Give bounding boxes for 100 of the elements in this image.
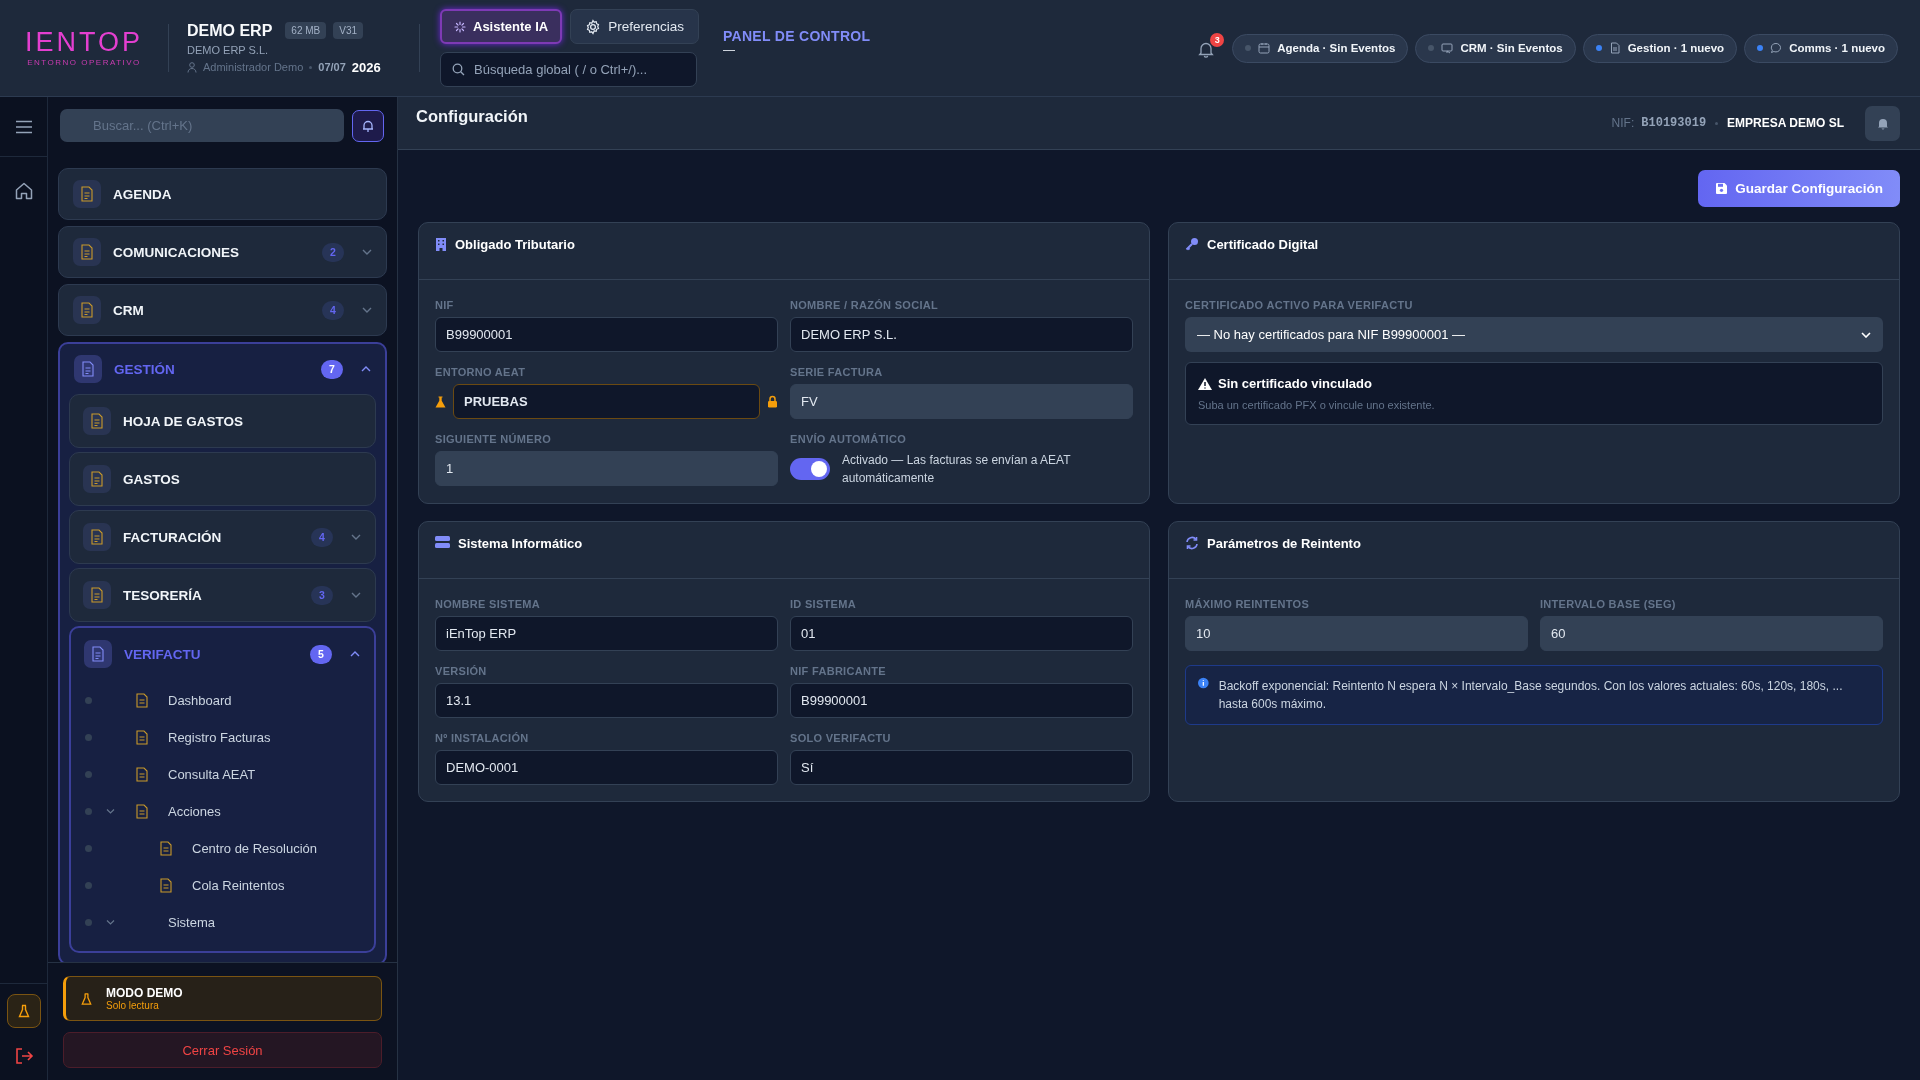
count-badge: 5 bbox=[310, 644, 332, 664]
input-field[interactable]: 13.1 bbox=[435, 683, 778, 718]
chat-icon bbox=[1770, 42, 1783, 54]
input-field[interactable]: DEMO-0001 bbox=[435, 750, 778, 785]
event-pill[interactable]: Comms · 1 nuevo bbox=[1744, 33, 1898, 63]
field-label: ID SISTEMA bbox=[790, 598, 857, 610]
input-field[interactable]: B99900001 bbox=[435, 317, 778, 352]
nav-item[interactable]: CRM 4 bbox=[59, 285, 386, 335]
bullet-dot bbox=[85, 771, 92, 778]
toggle-description: Activado — Las facturas se envían a AEAT automáticamente bbox=[842, 452, 1072, 487]
nav-item[interactable]: AGENDA bbox=[59, 169, 386, 219]
field-label: Nº INSTALACIÓN bbox=[435, 732, 530, 744]
notification-count: 3 bbox=[1210, 33, 1225, 47]
nav-item[interactable]: GESTIÓN 7 bbox=[60, 344, 385, 394]
field-label: SOLO VERIFACTU bbox=[790, 732, 892, 744]
save-button[interactable]: Guardar Configuración bbox=[1698, 170, 1900, 207]
menu-icon[interactable] bbox=[14, 119, 33, 134]
assistant-button[interactable]: Asistente IA bbox=[440, 9, 563, 44]
nav-link[interactable]: Cola Reintentos bbox=[192, 878, 285, 893]
demo-mode-title: MODO DEMO bbox=[106, 986, 183, 1000]
info-icon bbox=[1198, 677, 1209, 689]
card-title: Obligado Tributario bbox=[455, 237, 575, 252]
field-label: SIGUIENTE NÚMERO bbox=[435, 433, 553, 445]
document-icon bbox=[90, 413, 104, 429]
card-title: Sistema Informático bbox=[458, 536, 583, 551]
document-icon bbox=[81, 361, 95, 377]
user-name: Administrador Demo bbox=[203, 61, 304, 73]
nav-item[interactable]: FACTURACIÓN 4 bbox=[70, 511, 375, 563]
flask-icon bbox=[435, 395, 446, 408]
warning-icon bbox=[1198, 377, 1212, 390]
nav-item[interactable]: VERIFACTU 5 bbox=[71, 628, 374, 680]
nif-value: B10193019 bbox=[1641, 116, 1707, 130]
count-badge: 4 bbox=[311, 527, 333, 547]
bullet-dot bbox=[85, 919, 92, 926]
input-field[interactable]: PRUEBAS bbox=[453, 384, 760, 419]
input-field[interactable]: 60 bbox=[1540, 616, 1883, 651]
notifications-button[interactable]: 3 bbox=[1196, 33, 1225, 63]
nav-link[interactable]: Acciones bbox=[168, 804, 221, 819]
nav-item[interactable]: GASTOS bbox=[70, 453, 375, 505]
field-label: ENVÍO AUTOMÁTICO bbox=[790, 433, 908, 445]
field-label: NOMBRE SISTEMA bbox=[435, 598, 542, 610]
input-field[interactable]: iEnTop ERP bbox=[435, 616, 778, 651]
nav-link[interactable]: Consulta AEAT bbox=[168, 767, 256, 782]
nav-item[interactable]: HOJA DE GASTOS bbox=[70, 395, 375, 447]
field-label: MÁXIMO REINTENTOS bbox=[1185, 598, 1311, 610]
field-label: ENTORNO AEAT bbox=[435, 366, 527, 378]
input-field[interactable]: 1 bbox=[435, 451, 778, 486]
logo-tagline: ENTORNO OPERATIVO bbox=[27, 58, 141, 67]
document-icon bbox=[80, 244, 94, 260]
input-field[interactable]: 10 bbox=[1185, 616, 1528, 651]
toggle-switch[interactable] bbox=[790, 458, 830, 480]
card-title: Parámetros de Reintento bbox=[1207, 536, 1361, 551]
global-search-field[interactable]: Búsqueda global ( / o Ctrl+/)... bbox=[440, 52, 697, 87]
version-tag: 62 MB bbox=[285, 22, 327, 39]
input-field[interactable]: B99900001 bbox=[790, 683, 1133, 718]
gear-icon bbox=[585, 18, 602, 35]
input-field[interactable]: DEMO ERP S.L. bbox=[790, 317, 1133, 352]
field-label: NOMBRE / RAZÓN SOCIAL bbox=[790, 299, 940, 311]
nav-item[interactable]: COMUNICACIONES 2 bbox=[59, 227, 386, 277]
nif-label: NIF: bbox=[1611, 116, 1635, 130]
notifications-button[interactable] bbox=[1865, 105, 1900, 141]
bullet-dot bbox=[85, 808, 92, 815]
event-pill[interactable]: CRM · Sin Eventos bbox=[1415, 33, 1576, 63]
input-field[interactable]: FV bbox=[790, 384, 1133, 419]
nav-link[interactable]: Registro Facturas bbox=[168, 730, 271, 745]
card-title: Certificado Digital bbox=[1207, 237, 1319, 252]
input-field[interactable]: 01 bbox=[790, 616, 1133, 651]
nav-link[interactable]: Centro de Resolución bbox=[192, 841, 318, 856]
document-icon bbox=[80, 186, 94, 202]
home-icon[interactable] bbox=[13, 181, 34, 201]
field-label: VERSIÓN bbox=[435, 665, 488, 677]
page-title: Configuración bbox=[416, 107, 528, 126]
demo-mode-button[interactable] bbox=[6, 994, 41, 1028]
nav-link[interactable]: Dashboard bbox=[168, 693, 232, 708]
count-badge: 2 bbox=[322, 242, 344, 262]
nav-item[interactable]: TESORERÍA 3 bbox=[70, 569, 375, 621]
event-pill[interactable]: Gestion · 1 nuevo bbox=[1582, 33, 1738, 63]
user-icon bbox=[187, 61, 197, 73]
count-badge: 4 bbox=[322, 300, 344, 320]
count-badge: 3 bbox=[311, 585, 333, 605]
document-icon bbox=[91, 646, 105, 662]
count-badge: 7 bbox=[321, 359, 343, 379]
document-icon bbox=[90, 529, 104, 545]
logout-button[interactable]: Cerrar Sesión bbox=[63, 1032, 382, 1068]
document-icon bbox=[1608, 42, 1621, 54]
search-icon bbox=[452, 63, 465, 76]
nav-link[interactable]: Sistema bbox=[168, 915, 215, 930]
field-label: NIF FABRICANTE bbox=[790, 665, 887, 677]
section-dash: — bbox=[722, 44, 736, 56]
bullet-dot bbox=[85, 697, 92, 704]
certificate-select[interactable]: — No hay certificados para NIF B99900001 — bbox=[1185, 317, 1883, 352]
document-icon bbox=[80, 302, 94, 318]
bell-icon bbox=[361, 118, 375, 133]
bell-icon bbox=[1198, 41, 1215, 58]
logout-icon[interactable] bbox=[13, 1046, 34, 1066]
preferences-button[interactable]: Preferencias bbox=[570, 9, 699, 44]
date: 07/07 bbox=[318, 61, 346, 73]
bullet-dot bbox=[85, 882, 92, 889]
event-pill[interactable]: Agenda · Sin Eventos bbox=[1232, 33, 1409, 63]
input-field[interactable]: Sí bbox=[790, 750, 1133, 785]
